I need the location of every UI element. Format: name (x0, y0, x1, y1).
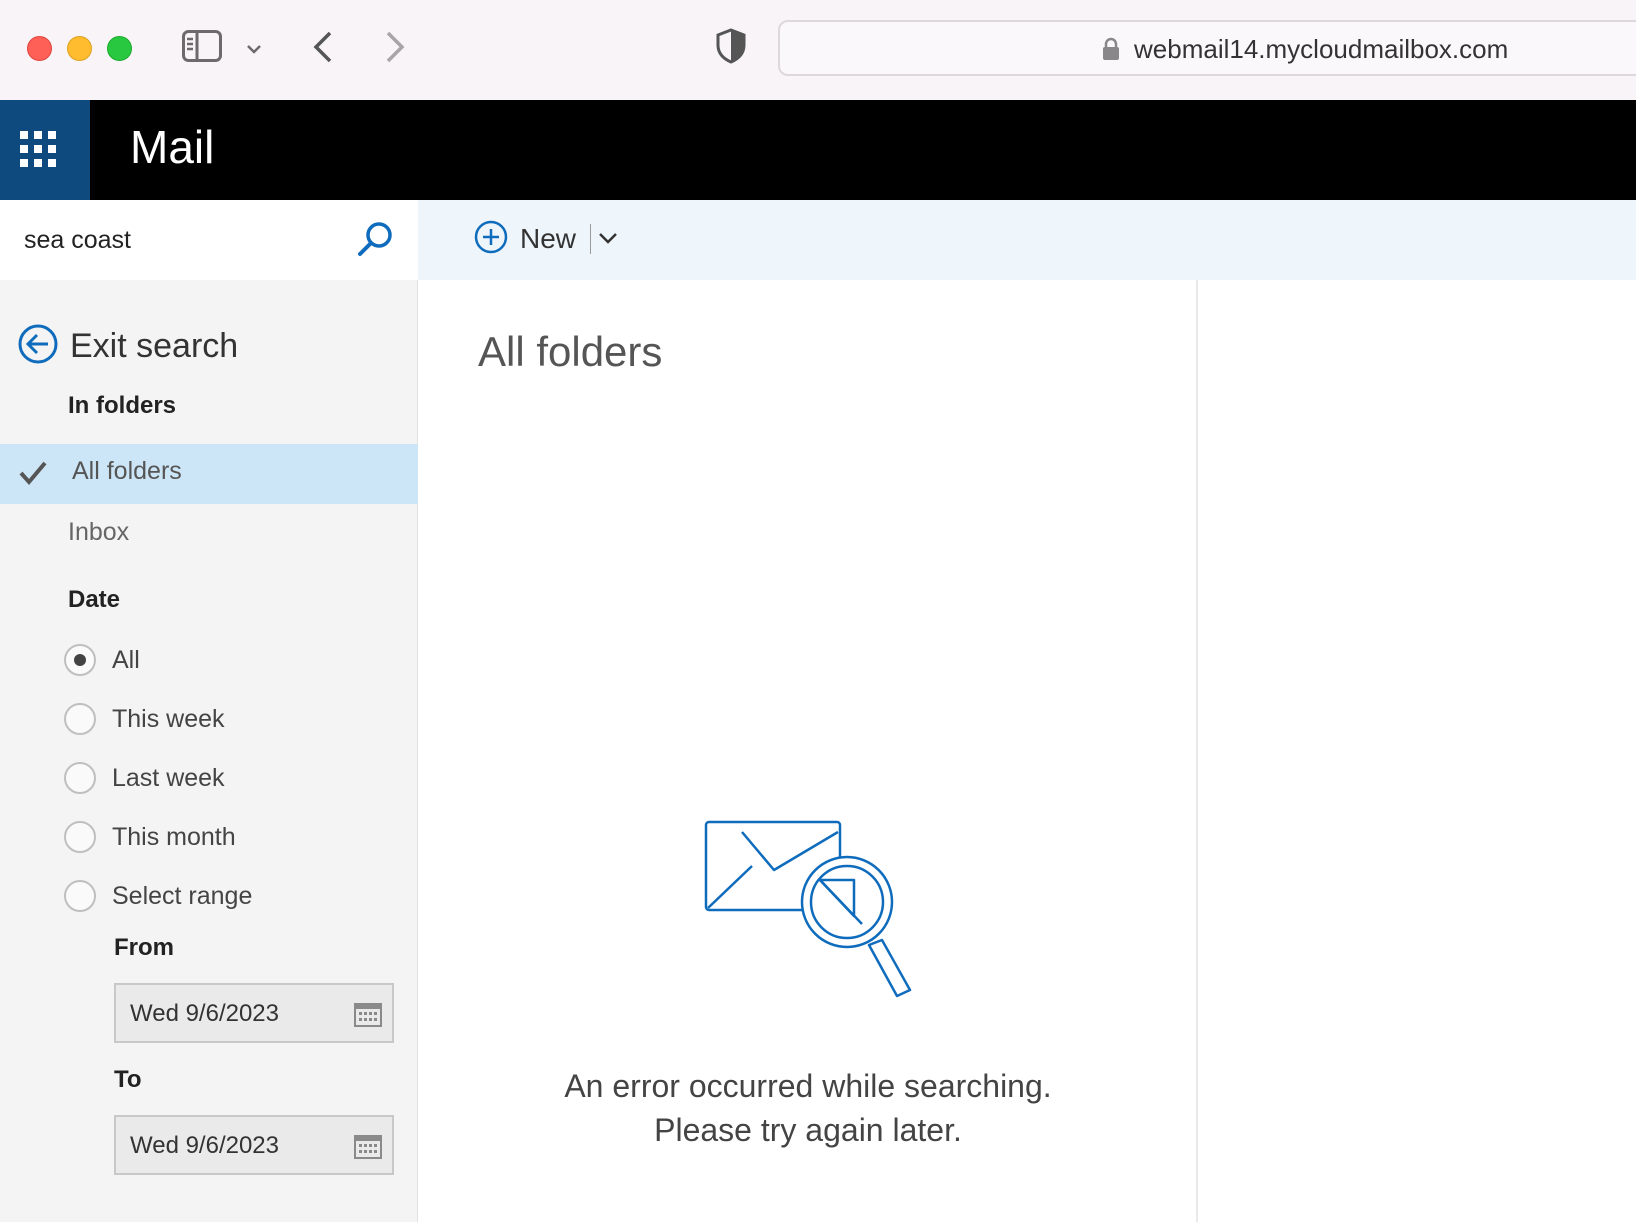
browser-chrome: webmail14.mycloudmailbox.com (0, 0, 1636, 100)
waffle-icon (20, 131, 56, 167)
radio-button[interactable] (64, 762, 96, 794)
in-folders-heading: In folders (68, 392, 177, 419)
to-label: To (114, 1066, 142, 1093)
calendar-icon[interactable] (354, 1133, 382, 1163)
back-arrow-icon (18, 324, 58, 368)
to-date-field[interactable]: Wed 9/6/2023 (114, 1115, 394, 1175)
divider (590, 224, 592, 254)
back-icon[interactable] (312, 30, 334, 68)
exit-search-button[interactable]: Exit search (18, 324, 238, 368)
app-title: Mail (130, 121, 215, 173)
exit-search-label: Exit search (70, 326, 239, 365)
list-title: All folders (478, 328, 663, 375)
folder-item-inbox[interactable]: Inbox (68, 518, 129, 547)
from-label: From (114, 934, 174, 961)
radio-button[interactable] (64, 644, 96, 676)
maximize-window-button[interactable] (107, 36, 132, 61)
privacy-shield-icon[interactable] (716, 28, 746, 68)
error-line-2: Please try again later. (654, 1112, 962, 1148)
new-label: New (520, 223, 577, 254)
radio-label: This week (112, 704, 225, 733)
command-toolbar: New (418, 200, 1636, 280)
from-date-value: Wed 9/6/2023 (130, 1000, 280, 1027)
search-filter-pane: Exit search In folders All folders Inbox… (0, 200, 418, 1222)
calendar-icon[interactable] (354, 1001, 382, 1031)
app-header: Mail (0, 100, 1636, 200)
date-option-last-week[interactable]: Last week (64, 762, 225, 794)
error-line-1: An error occurred while searching. (564, 1068, 1052, 1104)
radio-button[interactable] (64, 703, 96, 735)
search-icon[interactable] (356, 220, 394, 262)
date-option-this-month[interactable]: This month (64, 821, 236, 853)
url-text: webmail14.mycloudmailbox.com (1134, 34, 1509, 64)
radio-button[interactable] (64, 821, 96, 853)
message-list-pane: All folders An error occurred while sear… (418, 280, 1198, 1222)
address-bar[interactable]: webmail14.mycloudmailbox.com (778, 20, 1636, 76)
radio-label: Last week (112, 763, 225, 792)
forward-icon[interactable] (384, 30, 406, 68)
new-message-button[interactable]: New (474, 220, 619, 258)
sidebar-toggle-icon[interactable] (182, 30, 222, 66)
to-date-value: Wed 9/6/2023 (130, 1132, 280, 1159)
plus-circle-icon (474, 220, 508, 258)
date-heading: Date (68, 586, 121, 613)
radio-label: This month (112, 822, 236, 851)
error-message: An error occurred while searching. Pleas… (418, 1064, 1198, 1152)
radio-label: All (112, 645, 140, 674)
date-option-all[interactable]: All (64, 644, 140, 676)
chevron-down-icon[interactable] (597, 230, 619, 249)
search-error-illustration-icon (704, 820, 914, 1014)
minimize-window-button[interactable] (67, 36, 92, 61)
search-box (0, 200, 418, 280)
checkmark-icon (18, 460, 48, 490)
date-option-this-week[interactable]: This week (64, 703, 225, 735)
close-window-button[interactable] (27, 36, 52, 61)
chevron-down-icon[interactable] (246, 40, 262, 59)
search-input[interactable] (24, 220, 354, 260)
radio-button[interactable] (64, 880, 96, 912)
app-launcher-button[interactable] (0, 100, 90, 200)
folder-label: All folders (72, 457, 182, 485)
date-option-select-range[interactable]: Select range (64, 880, 252, 912)
radio-label: Select range (112, 881, 253, 910)
lock-icon (1102, 37, 1120, 65)
folder-item-all-folders[interactable]: All folders (0, 444, 418, 504)
from-date-field[interactable]: Wed 9/6/2023 (114, 983, 394, 1043)
